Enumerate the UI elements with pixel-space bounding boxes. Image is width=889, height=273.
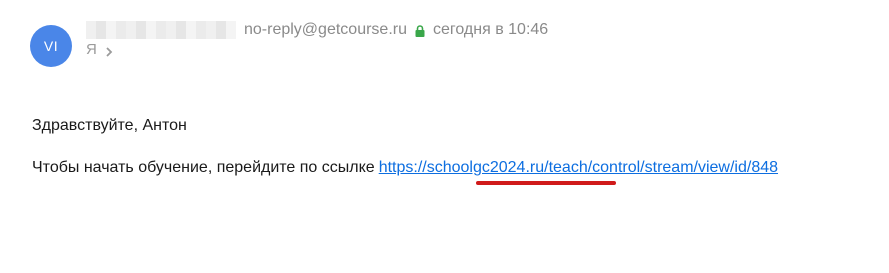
sender-header: no-reply@getcourse.ru сегодня в 10:46 — [86, 19, 548, 41]
sender-email[interactable]: no-reply@getcourse.ru — [244, 21, 407, 39]
sender-name-redacted — [86, 21, 236, 39]
domain-highlight-underline — [476, 181, 616, 185]
lock-icon — [415, 24, 425, 37]
email-date: сегодня в 10:46 — [432, 21, 549, 38]
body-paragraph: Чтобы начать обучение, перейдите по ссыл… — [32, 159, 778, 177]
email-view: VI no-reply@getcourse.ru сегодня в 10:46… — [0, 0, 889, 273]
course-link[interactable]: https://schoolgc2024.ru/teach/control/st… — [379, 159, 778, 176]
body-text: Чтобы начать обучение, перейдите по ссыл… — [32, 159, 375, 176]
chevron-right-icon[interactable] — [105, 44, 113, 57]
greeting-text: Здравствуйте, Антон — [32, 117, 187, 134]
recipient-row[interactable]: Я — [86, 39, 113, 59]
avatar-initials: VI — [43, 38, 59, 54]
recipient-label: Я — [86, 40, 97, 58]
sender-avatar[interactable]: VI — [30, 25, 72, 67]
